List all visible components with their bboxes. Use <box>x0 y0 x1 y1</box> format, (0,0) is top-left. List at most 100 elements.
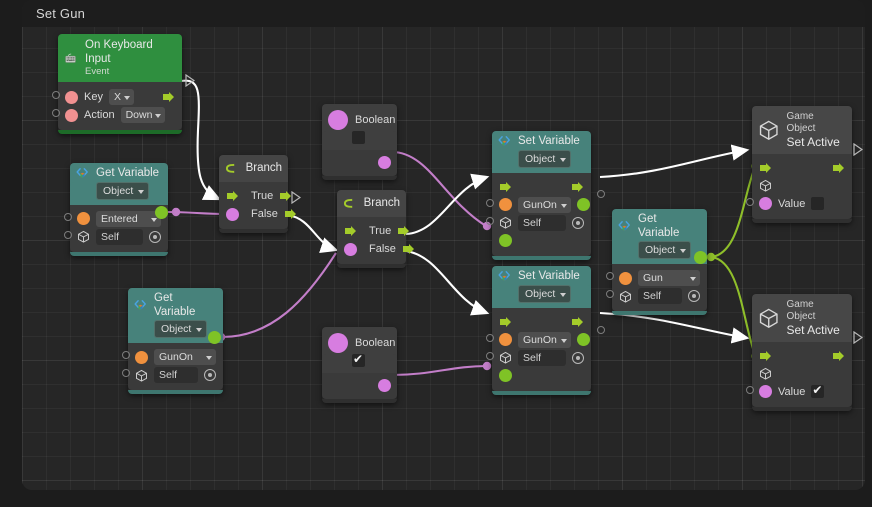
node-boolean-false[interactable]: Boolean <box>322 104 397 180</box>
port-row-key[interactable]: Key X <box>52 88 175 106</box>
exec-input-icon[interactable] <box>759 350 772 362</box>
exec-output-icon[interactable] <box>571 316 584 328</box>
variable-output-socket[interactable] <box>576 198 590 212</box>
node-set-variable-bottom[interactable]: Set Variable Object GunOn Self <box>486 266 591 395</box>
boolean-checkbox[interactable] <box>352 131 365 144</box>
target-picker-icon[interactable] <box>149 230 161 243</box>
port-row-variable[interactable]: GunOn <box>486 196 590 214</box>
port-row-false[interactable]: False <box>344 240 414 258</box>
value-input-socket[interactable] <box>499 369 512 383</box>
variable-socket-dot[interactable] <box>77 212 90 226</box>
variable-dropdown[interactable]: GunOn <box>518 331 571 348</box>
port-row-target[interactable]: Self <box>606 287 700 305</box>
port-row-false[interactable]: False <box>226 205 296 223</box>
boolean-output-dot[interactable] <box>328 333 348 353</box>
port-row-variable[interactable]: Entered <box>64 210 161 228</box>
node-branch-2[interactable]: Branch True False <box>337 190 414 268</box>
port-row-variable[interactable]: Gun <box>606 269 700 287</box>
exec-output-icon[interactable] <box>162 91 175 103</box>
condition-socket-dot[interactable] <box>226 207 239 221</box>
target-picker-icon[interactable] <box>688 290 700 303</box>
target-field[interactable]: Self <box>154 367 198 384</box>
port-row-value[interactable] <box>499 232 584 250</box>
port-row-exec[interactable] <box>759 159 845 177</box>
port-row-exec[interactable] <box>499 313 584 331</box>
target-field[interactable]: Self <box>96 228 143 245</box>
value-checkbox[interactable] <box>811 197 825 211</box>
input-socket-target[interactable] <box>486 351 494 360</box>
target-picker-icon[interactable] <box>204 369 216 382</box>
port-row-value[interactable]: Value <box>746 195 845 213</box>
input-socket-variable[interactable] <box>64 212 72 221</box>
input-socket-variable[interactable] <box>606 272 614 281</box>
port-row-target[interactable]: Self <box>486 349 584 367</box>
action-socket-dot[interactable] <box>65 108 78 122</box>
node-get-variable-entered[interactable]: Get Variable Object Entered Self <box>64 163 168 256</box>
action-dropdown[interactable]: Down <box>120 107 166 124</box>
node-set-variable-top[interactable]: Set Variable Object GunOn Self <box>486 131 591 260</box>
target-field[interactable]: Self <box>518 214 566 231</box>
node-branch-1[interactable]: Branch True False <box>219 155 296 233</box>
exec-input-icon[interactable] <box>499 181 512 193</box>
node-boolean-true[interactable]: Boolean <box>322 327 397 403</box>
exec-output-true-icon[interactable] <box>397 225 410 237</box>
exec-output-icon[interactable] <box>832 162 845 174</box>
input-socket-target[interactable] <box>606 290 614 299</box>
variable-socket-dot[interactable] <box>499 198 512 212</box>
variable-socket-dot[interactable] <box>619 271 632 285</box>
input-socket-target[interactable] <box>64 230 72 239</box>
exec-output-icon[interactable] <box>832 350 845 362</box>
type-dropdown[interactable]: Object <box>638 241 692 260</box>
target-picker-icon[interactable] <box>572 351 584 364</box>
port-row-variable[interactable]: GunOn <box>486 331 590 349</box>
input-socket-variable[interactable] <box>122 351 130 360</box>
variable-socket-dot[interactable] <box>499 333 512 347</box>
type-dropdown[interactable]: Object <box>518 284 572 303</box>
input-socket-value[interactable] <box>746 385 754 394</box>
set-variable-bottom-out-socket-a[interactable] <box>597 326 605 334</box>
port-row-target[interactable] <box>759 365 845 383</box>
port-row-true[interactable]: True <box>226 187 292 205</box>
target-field[interactable]: Self <box>518 349 566 366</box>
value-socket-dot[interactable] <box>759 197 772 211</box>
get-variable-gun-output-socket[interactable] <box>694 251 707 264</box>
exec-input-icon[interactable] <box>226 190 239 202</box>
variable-dropdown[interactable]: Entered <box>96 210 161 227</box>
set-variable-top-out-socket-a[interactable] <box>597 190 605 198</box>
exec-output-false-icon[interactable] <box>284 208 297 220</box>
key-socket-dot[interactable] <box>65 90 78 104</box>
input-socket-value[interactable] <box>746 197 754 206</box>
variable-dropdown[interactable]: Gun <box>638 270 700 287</box>
node-set-active-bottom[interactable]: Game Object Set Active Value ✔ <box>746 294 852 411</box>
variable-output-socket[interactable] <box>576 333 590 347</box>
node-on-keyboard-input[interactable]: On Keyboard Input Event Key X Action Dow… <box>52 34 182 135</box>
boolean-output-dot[interactable] <box>328 110 348 130</box>
input-socket-variable[interactable] <box>486 333 494 342</box>
port-row-value[interactable] <box>499 367 584 385</box>
input-socket-variable[interactable] <box>486 198 494 207</box>
input-socket-target[interactable] <box>122 369 130 378</box>
boolean-checkbox[interactable] <box>352 352 365 367</box>
port-row-action[interactable]: Action Down <box>52 106 175 124</box>
exec-input-icon[interactable] <box>759 162 772 174</box>
variable-dropdown[interactable]: GunOn <box>154 349 216 366</box>
exec-output-false-icon[interactable] <box>402 243 415 255</box>
exec-input-icon[interactable] <box>344 225 357 237</box>
input-socket-key[interactable] <box>52 91 60 100</box>
boolean-output-socket[interactable] <box>378 156 391 169</box>
input-socket-action[interactable] <box>52 109 60 118</box>
port-row-value[interactable]: Value <box>746 383 845 401</box>
exec-output-icon[interactable] <box>571 181 584 193</box>
type-dropdown[interactable]: Object <box>154 320 208 339</box>
node-set-active-top[interactable]: Game Object Set Active Value <box>746 106 852 223</box>
type-dropdown[interactable]: Object <box>96 181 150 200</box>
input-socket-target[interactable] <box>486 216 494 225</box>
target-field[interactable]: Self <box>638 288 682 305</box>
port-row-target[interactable]: Self <box>64 228 161 246</box>
get-variable-entered-output-socket[interactable] <box>155 206 168 219</box>
key-dropdown[interactable]: X <box>108 89 134 106</box>
node-get-variable-gun[interactable]: Get Variable Object Gun Self <box>606 209 707 316</box>
condition-socket-dot[interactable] <box>344 242 357 256</box>
port-row-target[interactable]: Self <box>486 214 584 232</box>
type-dropdown[interactable]: Object <box>518 149 572 168</box>
